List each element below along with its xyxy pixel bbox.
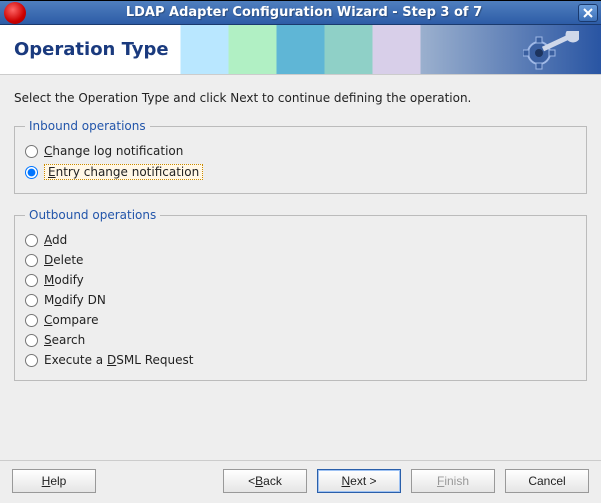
outbound-option-delete[interactable]: Delete xyxy=(25,250,576,270)
radio-search[interactable] xyxy=(25,334,38,347)
gear-wrench-icon xyxy=(523,31,579,71)
outbound-option-modify-dn[interactable]: Modify DN xyxy=(25,290,576,310)
radio-dsml[interactable] xyxy=(25,354,38,367)
header-banner: Operation Type xyxy=(0,25,601,75)
inbound-operations-group: Inbound operations Change log notificati… xyxy=(14,119,587,194)
radio-change-log[interactable] xyxy=(25,145,38,158)
radio-add[interactable] xyxy=(25,234,38,247)
cancel-button[interactable]: Cancel xyxy=(505,469,589,493)
outbound-legend: Outbound operations xyxy=(25,208,160,222)
radio-compare[interactable] xyxy=(25,314,38,327)
radio-entry-change[interactable] xyxy=(25,166,38,179)
label-search: Search xyxy=(44,333,85,347)
wizard-footer: Help < Back Next > Finish Cancel xyxy=(0,460,601,503)
finish-button: Finish xyxy=(411,469,495,493)
inbound-option-entry-change[interactable]: Entry change notification xyxy=(25,161,576,183)
system-menu-icon[interactable] xyxy=(4,2,26,24)
help-button[interactable]: Help xyxy=(12,469,96,493)
label-change-log: Change log notification xyxy=(44,144,183,158)
radio-modify[interactable] xyxy=(25,274,38,287)
instruction-text: Select the Operation Type and click Next… xyxy=(14,91,587,105)
outbound-option-add[interactable]: Add xyxy=(25,230,576,250)
radio-delete[interactable] xyxy=(25,254,38,267)
radio-modify-dn[interactable] xyxy=(25,294,38,307)
label-delete: Delete xyxy=(44,253,83,267)
outbound-option-compare[interactable]: Compare xyxy=(25,310,576,330)
label-modify-dn: Modify DN xyxy=(44,293,106,307)
label-add: Add xyxy=(44,233,67,247)
outbound-option-search[interactable]: Search xyxy=(25,330,576,350)
close-icon[interactable] xyxy=(578,4,598,22)
wizard-window: LDAP Adapter Configuration Wizard - Step… xyxy=(0,0,601,503)
back-button[interactable]: < Back xyxy=(223,469,307,493)
content-area: Select the Operation Type and click Next… xyxy=(0,75,601,460)
next-button[interactable]: Next > xyxy=(317,469,401,493)
outbound-option-dsml[interactable]: Execute a DSML Request xyxy=(25,350,576,370)
inbound-option-change-log[interactable]: Change log notification xyxy=(25,141,576,161)
window-title: LDAP Adapter Configuration Wizard - Step… xyxy=(30,5,578,20)
label-entry-change: Entry change notification xyxy=(44,164,203,180)
title-bar: LDAP Adapter Configuration Wizard - Step… xyxy=(0,1,601,25)
outbound-option-modify[interactable]: Modify xyxy=(25,270,576,290)
outbound-operations-group: Outbound operations Add Delete Modify Mo… xyxy=(14,208,587,381)
page-title: Operation Type xyxy=(14,39,169,60)
label-modify: Modify xyxy=(44,273,84,287)
inbound-legend: Inbound operations xyxy=(25,119,150,133)
label-compare: Compare xyxy=(44,313,98,327)
label-dsml: Execute a DSML Request xyxy=(44,353,193,367)
